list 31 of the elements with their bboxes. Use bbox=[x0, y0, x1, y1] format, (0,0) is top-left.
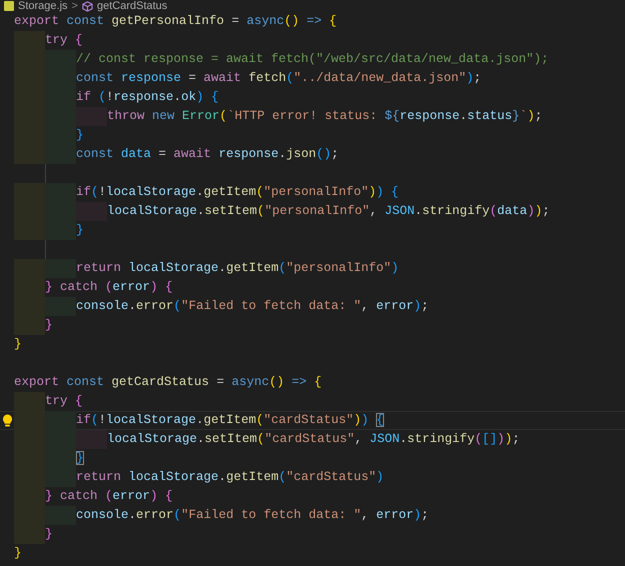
code-line: } catch (error) { bbox=[45, 488, 173, 505]
code-line: try { bbox=[45, 393, 83, 410]
code-line: const data = await response.json(); bbox=[76, 146, 339, 163]
code-line: } bbox=[45, 317, 53, 334]
code-line: export const getCardStatus = async() => { bbox=[14, 374, 322, 391]
code-line: if(!localStorage.getItem("cardStatus")) { bbox=[76, 412, 384, 429]
code-line: } bbox=[76, 222, 84, 239]
breadcrumb-symbol[interactable]: getCardStatus bbox=[96, 0, 168, 12]
code-line: throw new Error(`HTTP error! status: ${response.status}`); bbox=[107, 108, 542, 125]
code-line: } bbox=[14, 336, 22, 353]
code-line: const response = await fetch("../data/new_data.json"); bbox=[76, 70, 482, 87]
code-line: } bbox=[14, 545, 22, 562]
cube-icon bbox=[82, 0, 93, 12]
code-line: console.error("Failed to fetch data: ", error); bbox=[76, 298, 429, 315]
code-line: if(!localStorage.getItem("personalInfo")) { bbox=[76, 184, 399, 201]
code-line: export const getPersonalInfo = async() => { bbox=[14, 13, 337, 30]
code-line: return localStorage.getItem("cardStatus") bbox=[76, 469, 384, 486]
code-line: } catch (error) { bbox=[45, 279, 173, 296]
code-line: return localStorage.getItem("personalInfo") bbox=[76, 260, 399, 277]
code-line: localStorage.setItem("cardStatus", JSON.stringify([])); bbox=[107, 431, 520, 448]
breadcrumb-file[interactable]: Storage.js bbox=[18, 0, 68, 12]
code-line: } bbox=[45, 526, 53, 543]
code-line: } bbox=[76, 450, 84, 467]
code-line: localStorage.setItem("personalInfo", JSON.stringify(data)); bbox=[107, 203, 550, 220]
code-line: console.error("Failed to fetch data: ", error); bbox=[76, 507, 429, 524]
lightbulb-icon[interactable] bbox=[2, 414, 12, 427]
code-line: if (!response.ok) { bbox=[76, 89, 219, 106]
breadcrumb-separator: > bbox=[72, 0, 78, 12]
code-line: try { bbox=[45, 32, 83, 49]
code-line: } bbox=[76, 127, 84, 144]
code-line: // const response = await fetch("/web/src/data/new_data.json"); bbox=[76, 51, 549, 68]
